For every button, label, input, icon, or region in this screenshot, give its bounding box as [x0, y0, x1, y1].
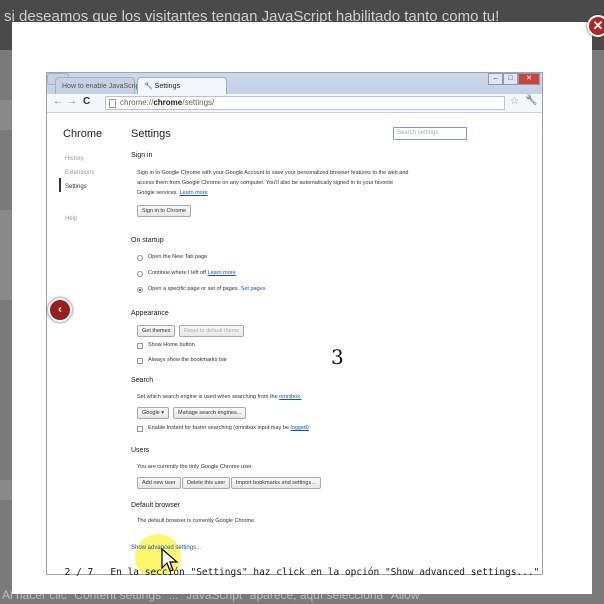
sidebar-item-extensions: Extensions	[65, 170, 95, 176]
sidebar-item-help: Help	[65, 216, 78, 222]
startup-option-specific-label: Open a specific page or set of pages.	[148, 286, 240, 292]
set-pages-link: Set pages	[240, 286, 266, 292]
background-fragment	[0, 210, 12, 300]
slide-caption-text: En la sección "Settings" haz click en la…	[110, 567, 540, 578]
reload-icon: C	[83, 96, 91, 107]
startup-radio-specific	[137, 287, 143, 293]
startup-option-continue-label: Continue where I left off	[148, 270, 206, 276]
omnibox-link: omnibox.	[279, 394, 302, 400]
home-button-label: Show Home button	[148, 342, 195, 348]
signin-text-1: Sign in to Google Chrome with your Googl…	[137, 170, 409, 176]
previous-slide-button[interactable]: ‹	[48, 298, 72, 322]
startup-radio-new-tab	[137, 255, 143, 261]
slide-counter: 2 / 7	[64, 567, 94, 578]
add-new-user-button: Add new user	[137, 477, 181, 489]
appearance-heading: Appearance	[131, 310, 169, 317]
startup-option-new-tab: Open the New Tab page	[148, 254, 208, 260]
signin-heading: Sign in	[131, 152, 153, 159]
url-path: /settings/	[182, 98, 215, 107]
settings-page: Chrome History Extensions Settings Help …	[47, 114, 542, 574]
delete-user-button: Delete this user	[182, 477, 231, 489]
startup-option-continue: Continue where I left off Learn more	[148, 270, 236, 276]
lightbox: How to enable JavaScript 🔧 Settings – □ …	[12, 22, 592, 594]
instant-checkbox	[137, 426, 143, 432]
sidebar-item-settings: Settings	[65, 184, 87, 190]
chrome-screenshot: How to enable JavaScript 🔧 Settings – □ …	[46, 72, 543, 575]
sidebar-item-history: History	[65, 156, 84, 162]
wrench-menu-icon: 🔧	[525, 95, 538, 106]
manage-search-engines-button: Manage search engines...	[173, 407, 247, 419]
slide-number: 3	[331, 345, 344, 369]
logged-link: logged)	[290, 425, 309, 431]
home-button-checkbox	[137, 343, 143, 349]
window-close-icon: ✕	[518, 73, 540, 85]
instant-label-text: Enable Instant for faster searching (omn…	[148, 425, 289, 431]
window-controls: – □ ✕	[488, 73, 540, 85]
startup-option-specific: Open a specific page or set of pages. Se…	[148, 286, 265, 292]
signin-learn-more-link: Learn more	[179, 190, 208, 196]
search-heading: Search	[131, 377, 154, 384]
star-icon: ☆	[510, 96, 519, 107]
sidebar-title: Chrome	[63, 128, 103, 140]
page-icon	[109, 99, 116, 108]
back-arrow-icon: ←	[53, 96, 63, 107]
default-browser-text: The default browser is currently Google …	[137, 518, 256, 524]
default-browser-heading: Default browser	[131, 502, 181, 509]
users-text: You are currently the only Google Chrome…	[137, 464, 253, 470]
search-engine-select: Google ▾	[137, 407, 170, 419]
instant-label: Enable Instant for faster searching (omn…	[148, 425, 309, 431]
startup-heading: On startup	[131, 237, 164, 244]
sidebar-active-marker	[59, 178, 61, 192]
wrench-icon: 🔧	[144, 83, 155, 90]
signin-text-2: access them from Google Chrome on any co…	[137, 180, 394, 186]
background-fragment	[0, 100, 12, 130]
search-text-label: Set which search engine is used when sea…	[137, 394, 278, 400]
tab-settings-label: Settings	[154, 83, 180, 90]
search-settings-input: Search settings	[393, 127, 467, 140]
search-text: Set which search engine is used when sea…	[137, 394, 302, 400]
slide-caption: 2 / 7 En la sección "Settings" haz click…	[0, 567, 604, 578]
get-themes-button: Get themes	[137, 325, 176, 337]
import-bookmarks-button: Import bookmarks and settings...	[231, 477, 321, 489]
forward-arrow-icon: →	[67, 96, 77, 107]
bookmarks-bar-label: Always show the bookmarks bar	[148, 357, 227, 363]
signin-text-3-label: Google services.	[137, 190, 178, 196]
tab-how-to-enable-javascript: How to enable JavaScript	[55, 77, 141, 94]
minimize-icon: –	[488, 73, 503, 85]
maximize-icon: □	[503, 73, 518, 85]
users-heading: Users	[131, 447, 150, 454]
page-title: Settings	[131, 128, 171, 140]
reset-theme-button: Reset to default theme	[179, 325, 245, 337]
signin-text-3: Google services. Learn more	[137, 190, 208, 196]
browser-toolbar: ← → C chrome://chrome/settings/ ☆ 🔧	[47, 94, 542, 113]
url-host: chrome	[153, 98, 183, 107]
url-prefix: chrome://	[120, 98, 154, 107]
background-fragment	[0, 480, 12, 500]
bookmarks-bar-checkbox	[137, 358, 143, 364]
tab-settings: 🔧 Settings	[137, 77, 227, 94]
close-lightbox-button[interactable]: ✕	[587, 15, 604, 37]
address-bar: chrome://chrome/settings/	[105, 96, 505, 110]
sign-in-to-chrome-button: Sign in to Chrome	[137, 205, 192, 217]
startup-radio-continue	[137, 271, 143, 277]
startup-learn-more-link: Learn more	[207, 270, 236, 276]
